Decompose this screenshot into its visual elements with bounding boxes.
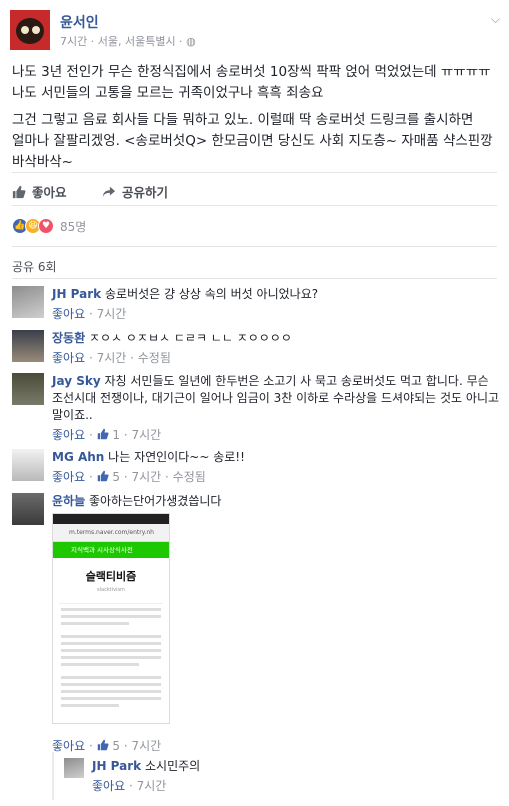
- thumbs-up-icon: [12, 185, 26, 198]
- divider: [12, 205, 497, 206]
- comment-actions: 좋아요 · 5 · 7시간: [52, 739, 162, 753]
- comment-time[interactable]: 7시간: [132, 470, 162, 484]
- comment-text: 좋아하는단어가생겼씁니다: [88, 494, 222, 508]
- post-meta-text: 7시간 · 서울, 서울특별시 ·: [60, 35, 183, 48]
- thumbs-up-icon: [97, 428, 109, 440]
- comment-text: ㅈㅇㅅ ㅇㅈㅂㅅ ㄷㄹㅋ ㄴㄴ ㅈㅇㅇㅇㅇ: [88, 331, 292, 345]
- like-button[interactable]: 좋아요: [12, 182, 67, 201]
- comment-like-button[interactable]: 좋아요: [52, 739, 85, 753]
- post-paragraph: 그건 그렇고 음료 회사들 다들 뭐하고 있노. 이럴때 딱 송로버섯 드링크를…: [12, 112, 493, 170]
- chevron-down-icon[interactable]: ⌵: [491, 12, 500, 27]
- divider: [12, 172, 497, 173]
- commenter-avatar[interactable]: [12, 330, 44, 362]
- reactions-summary[interactable]: 👍 😆 ♥ 85명: [12, 215, 86, 237]
- post-body: 나도 3년 전인가 무슨 한정식집에서 송로버섯 10장씩 팍팍 얹어 먹었었는…: [12, 62, 500, 179]
- reply-thread: JH Park 소시민주의 좋아요 · 7시간: [52, 752, 492, 800]
- comment-like-count[interactable]: 5: [112, 470, 120, 484]
- love-reaction-icon: ♥: [38, 218, 54, 234]
- comment-like-button[interactable]: 좋아요: [52, 351, 85, 365]
- globe-icon: ◍: [186, 35, 196, 48]
- commenter-avatar[interactable]: [12, 493, 44, 525]
- commenter-avatar[interactable]: [12, 449, 44, 481]
- author-avatar[interactable]: [10, 10, 50, 50]
- comment-text: 자칭 서민들도 일년에 한두번은 소고기 사 묵고 송로버섯도 먹고 합니다. …: [52, 374, 500, 422]
- comment-text: 나는 자연인이다~~ 송로!!: [108, 450, 245, 464]
- image-subtitle: slacktivism: [97, 587, 125, 593]
- post-paragraph: 나도 3년 전인가 무슨 한정식집에서 송로버섯 10장씩 팍팍 얹어 먹었었는…: [12, 64, 491, 101]
- share-label: 공유하기: [122, 185, 169, 200]
- commenter-name[interactable]: JH Park: [92, 759, 141, 773]
- commenter-avatar[interactable]: [12, 286, 44, 318]
- commenter-name[interactable]: MG Ahn: [52, 450, 104, 464]
- like-label: 좋아요: [32, 185, 67, 200]
- commenter-avatar[interactable]: [64, 758, 84, 778]
- share-button[interactable]: 공유하기: [102, 182, 168, 201]
- commenter-name[interactable]: 윤하늘: [52, 494, 85, 508]
- commenter-name[interactable]: 장동환: [52, 331, 85, 345]
- comment-like-count[interactable]: 5: [112, 739, 120, 753]
- comment-time[interactable]: 7시간: [97, 351, 127, 365]
- phone-status-bar: [53, 514, 169, 524]
- image-header-bar: 지식백과 시사상식사전: [53, 542, 169, 558]
- divider: [12, 278, 497, 279]
- comment-text: 소시민주의: [144, 759, 201, 773]
- reaction-count: 85명: [60, 219, 87, 234]
- comment-like-count[interactable]: 1: [112, 428, 120, 442]
- comment-time[interactable]: 7시간: [132, 739, 162, 753]
- post-card: 윤서인 7시간 · 서울, 서울특별시 · ◍ ⌵ 나도 3년 전인가 무슨 한…: [0, 0, 509, 806]
- post-header: 윤서인 7시간 · 서울, 서울특별시 · ◍ ⌵: [10, 8, 500, 52]
- image-url-bar: m.terms.naver.com/entry.nh: [53, 524, 169, 542]
- share-icon: [102, 186, 116, 197]
- comment-time[interactable]: 7시간: [137, 779, 167, 793]
- author-name[interactable]: 윤서인: [60, 12, 99, 32]
- comment-attached-image[interactable]: m.terms.naver.com/entry.nh 지식백과 시사상식사전 슬…: [52, 513, 170, 724]
- edited-label[interactable]: 수정됨: [138, 351, 171, 365]
- comment-text: 송로버섯은 걍 상상 속의 버섯 아니었나요?: [104, 287, 319, 301]
- share-count[interactable]: 공유 6회: [12, 258, 57, 275]
- commenter-avatar[interactable]: [12, 373, 44, 405]
- comment-like-button[interactable]: 좋아요: [52, 470, 85, 484]
- commenter-name[interactable]: Jay Sky: [52, 374, 101, 388]
- comment-like-button[interactable]: 좋아요: [92, 779, 125, 793]
- comment-time[interactable]: 7시간: [132, 428, 162, 442]
- action-bar: 좋아요 공유하기: [12, 176, 492, 204]
- commenter-name[interactable]: JH Park: [52, 287, 101, 301]
- post-meta: 7시간 · 서울, 서울특별시 · ◍: [60, 33, 196, 49]
- thumbs-up-icon: [97, 470, 109, 482]
- comment-like-button[interactable]: 좋아요: [52, 307, 85, 321]
- edited-label[interactable]: 수정됨: [173, 470, 206, 484]
- comment-time[interactable]: 7시간: [97, 307, 127, 321]
- thumbs-up-icon: [97, 739, 109, 751]
- image-title: 슬랙티비즘: [85, 570, 137, 583]
- divider: [12, 246, 497, 247]
- comment-like-button[interactable]: 좋아요: [52, 428, 85, 442]
